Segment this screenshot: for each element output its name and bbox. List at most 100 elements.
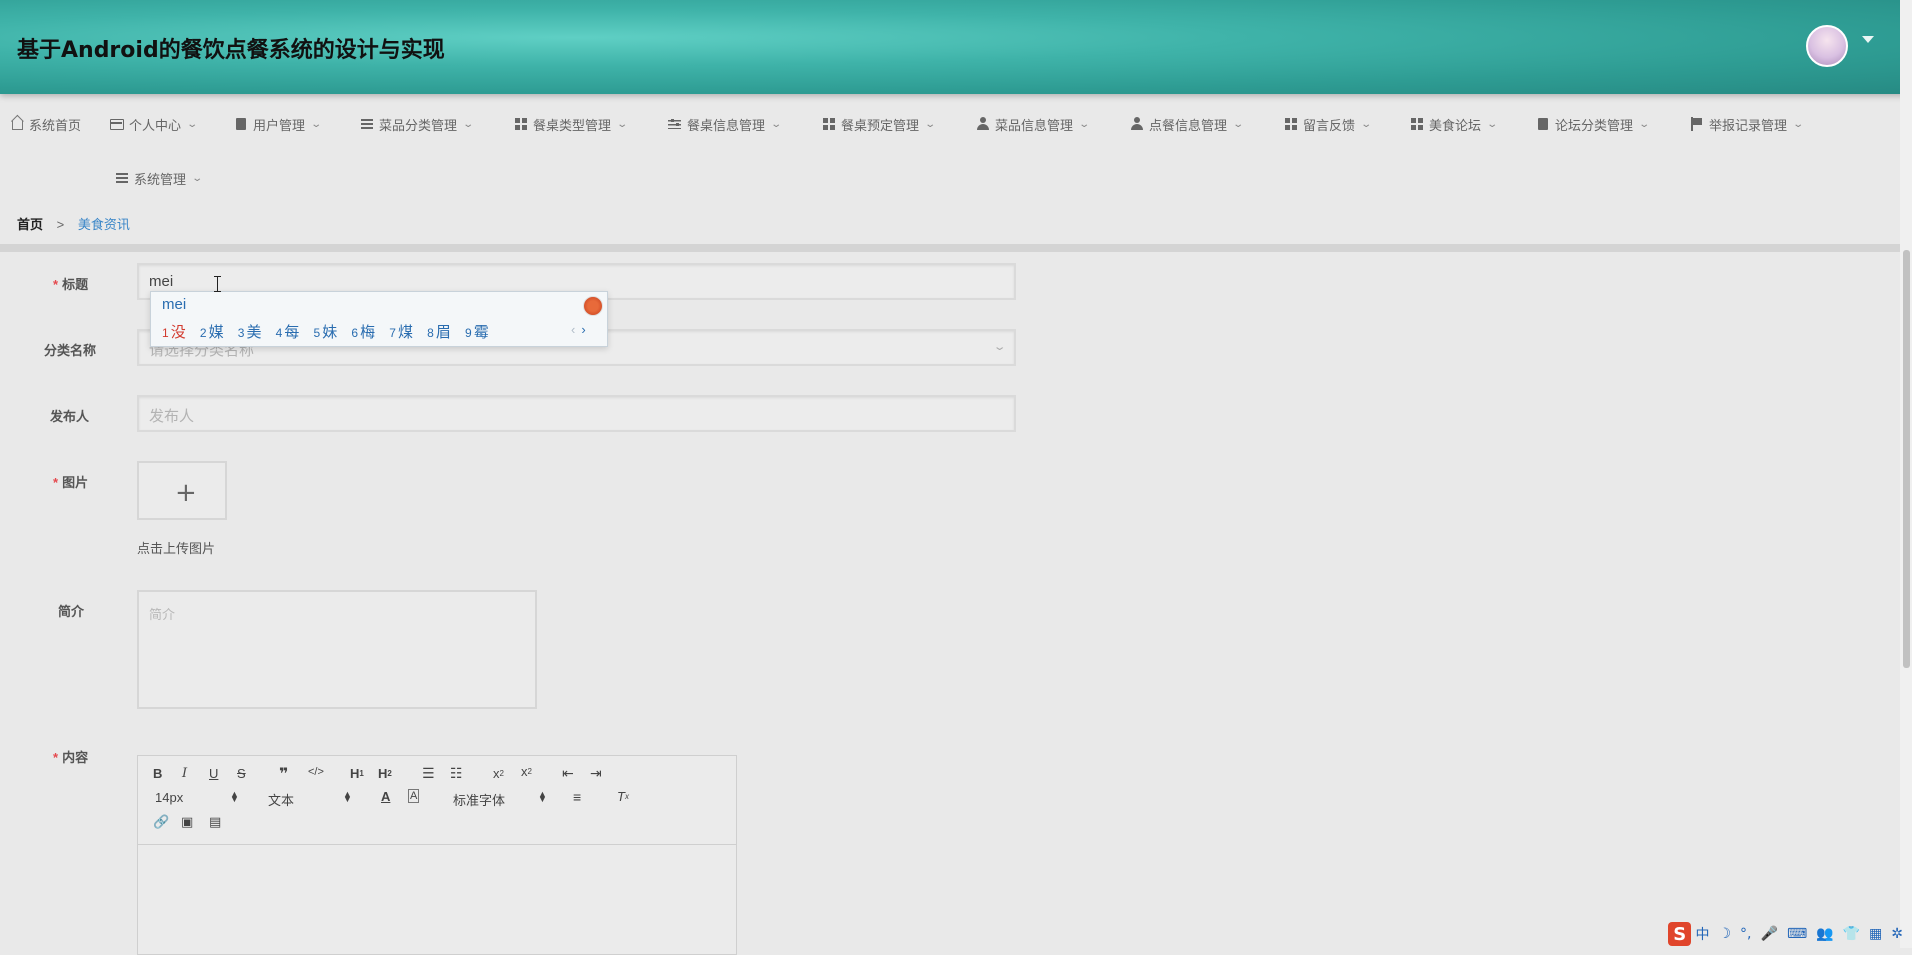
code-block-icon[interactable]: </> [308,766,324,778]
nav-item-dish-info[interactable]: 菜品信息管理 ⌄ [976,112,1090,136]
nav-item-table-type[interactable]: 餐桌类型管理 ⌄ [514,112,628,136]
nav-item-report-records[interactable]: 举报记录管理 ⌄ [1690,112,1805,136]
ime-candidate[interactable]: 5妹 [314,324,338,341]
underline-icon[interactable]: U [209,766,218,781]
breadcrumb-separator: > [56,217,65,232]
nav-item-feedback[interactable]: 留言反馈 ⌄ [1284,112,1372,136]
nav-label: 系统管理 [134,171,187,187]
grid-icon [1284,117,1298,131]
nav-label: 餐桌预定管理 [841,117,920,133]
ime-candidate[interactable]: 1没 [162,324,186,341]
font-family-select[interactable]: 标准字体 [453,790,505,809]
chevron-down-icon: ⌄ [1232,118,1245,130]
toolbox-icon[interactable]: ▦ [1869,926,1882,942]
chevron-down-icon: ⌄ [1638,118,1651,130]
image-upload-button[interactable]: + [137,461,227,520]
outdent-icon[interactable]: ⇤ [562,765,574,782]
nav-item-home[interactable]: 系统首页 [10,112,81,136]
nav-item-system-management[interactable]: 系统管理 ⌄ [115,166,203,190]
ime-candidate[interactable]: 9霉 [465,324,489,341]
image-icon[interactable]: ▣ [181,814,193,830]
nav-item-dish-category[interactable]: 菜品分类管理 ⌄ [360,112,474,136]
publisher-input[interactable]: 发布人 [137,395,1016,432]
ime-skin-icon[interactable] [583,296,603,316]
background-color-icon[interactable]: A [408,789,420,803]
nav-item-personal-center[interactable]: 个人中心 ⌄ [110,112,199,136]
required-mark: * [53,475,59,490]
punctuation-icon[interactable]: °, [1740,926,1751,942]
nav-item-forum-category[interactable]: 论坛分类管理 ⌄ [1536,112,1651,136]
avatar-dropdown-icon[interactable] [1862,36,1874,43]
ime-candidate[interactable]: 4每 [276,324,300,341]
chevron-down-icon: ⌄ [186,118,199,130]
app-header: 基于Android的餐饮点餐系统的设计与实现 [0,0,1912,94]
chevron-down-icon: ⌄ [1792,118,1805,130]
header1-icon[interactable]: H1 [350,766,364,781]
blockquote-icon[interactable]: ❞ [279,764,288,784]
user-icon [1130,117,1144,131]
ime-candidate[interactable]: 3美 [238,324,262,341]
sogou-logo-icon[interactable]: S [1668,922,1692,946]
video-icon[interactable]: ▤ [209,814,221,830]
nav-label: 个人中心 [129,117,182,133]
title-input-value: mei [149,273,174,290]
bold-icon[interactable]: B [153,766,162,781]
skin-icon[interactable]: 👕 [1843,926,1860,942]
link-icon[interactable]: 🔗 [153,814,169,830]
italic-icon[interactable]: I [182,766,187,781]
nav-item-food-forum[interactable]: 美食论坛 ⌄ [1410,112,1498,136]
scrollbar-thumb[interactable] [1903,250,1910,668]
chinese-mode-icon[interactable]: 中 [1695,924,1709,944]
sliders-icon [668,117,682,131]
half-width-icon[interactable]: ☽ [1718,926,1731,942]
select-arrows-icon: ▲ ▼ [343,789,352,804]
nav-item-user-management[interactable]: 用户管理 ⌄ [234,112,322,136]
keyboard-icon[interactable]: ⌨ [1787,926,1807,942]
nav-label: 菜品分类管理 [379,117,458,133]
nav-item-order-info[interactable]: 点餐信息管理 ⌄ [1130,112,1245,136]
nav-label: 留言反馈 [1303,117,1356,133]
subscript-icon[interactable]: x2 [493,766,504,781]
ordered-list-icon[interactable]: ☰ [422,765,435,782]
nav-item-table-info[interactable]: 餐桌信息管理 ⌄ [668,112,782,136]
ime-candidate[interactable]: 2媒 [200,324,224,341]
indent-icon[interactable]: ⇥ [590,765,602,782]
settings-icon[interactable]: ✲ [1891,926,1903,942]
breadcrumb-home[interactable]: 首页 [17,217,43,232]
card-icon [110,117,124,131]
home-icon [10,117,24,131]
nav-label: 菜品信息管理 [995,117,1074,133]
intro-textarea[interactable]: 简介 [137,590,537,709]
superscript-icon[interactable]: x2 [521,764,532,779]
flag-icon [1690,117,1704,131]
ime-candidate[interactable]: 7煤 [389,324,413,341]
nav-item-table-reservation[interactable]: 餐桌预定管理 ⌄ [822,112,937,136]
align-icon[interactable]: ≡ [573,789,581,805]
bullet-list-icon[interactable]: ☷ [450,765,463,782]
user-icon[interactable]: 👥 [1816,926,1833,942]
strike-icon[interactable]: S [237,766,246,781]
ime-candidate[interactable]: 6梅 [351,324,375,341]
font-color-icon[interactable]: A [381,789,390,804]
chevron-down-icon: ⌄ [924,118,937,130]
text-cursor-icon [214,276,221,292]
user-avatar[interactable] [1806,25,1848,67]
ime-prev-icon[interactable]: ‹ [571,322,575,337]
ime-candidate[interactable]: 8眉 [427,324,451,341]
font-size-select[interactable]: 14px [155,790,183,805]
ime-next-icon[interactable]: › [581,322,585,337]
app-title: 基于Android的餐饮点餐系统的设计与实现 [17,38,445,63]
header-select[interactable]: 文本 [268,790,294,809]
list-icon [115,171,129,185]
category-label: 分类名称 [44,343,97,358]
microphone-icon[interactable]: 🎤 [1761,926,1778,942]
ime-toolbar: S 中 ☽ °, 🎤 ⌨ 👥 👕 ▦ ✲ [1668,920,1912,948]
required-mark: * [53,277,59,292]
select-arrows-icon: ▲ ▼ [538,789,547,804]
ime-page-nav: ‹ › [571,322,586,337]
header2-icon[interactable]: H2 [378,766,392,781]
plus-icon: + [175,478,197,508]
grid-icon [1410,117,1424,131]
nav-label: 点餐信息管理 [1149,117,1228,133]
clear-format-icon[interactable]: Tx [617,789,629,804]
